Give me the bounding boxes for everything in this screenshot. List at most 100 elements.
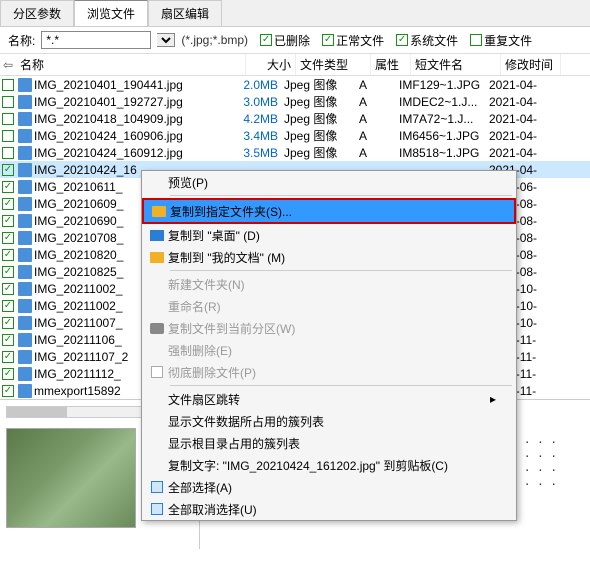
file-icon bbox=[18, 146, 32, 160]
file-icon bbox=[18, 299, 32, 313]
mi-show-clusters[interactable]: 显示文件数据所占用的簇列表 bbox=[142, 410, 516, 432]
file-name: IMG_20210401_190441.jpg bbox=[34, 78, 234, 92]
desktop-icon bbox=[150, 230, 164, 241]
file-name: IMG_20210418_104909.jpg bbox=[34, 112, 234, 126]
chk-dup[interactable]: 重复文件 bbox=[470, 32, 532, 49]
mi-copy-desktop[interactable]: 复制到 "桌面" (D) bbox=[142, 224, 516, 246]
back-icon[interactable]: ⇦ bbox=[0, 58, 16, 72]
disk-icon bbox=[150, 323, 164, 334]
checkbox-icon bbox=[151, 481, 163, 493]
file-icon bbox=[18, 95, 32, 109]
file-date: 2021-04- bbox=[489, 129, 549, 143]
file-type: Jpeg 图像 bbox=[284, 93, 359, 110]
file-size: 4.2MB bbox=[234, 112, 284, 126]
mi-copy-cur: 复制文件到当前分区(W) bbox=[142, 317, 516, 339]
file-type: Jpeg 图像 bbox=[284, 76, 359, 93]
mi-copy-to[interactable]: 复制到指定文件夹(S)... bbox=[142, 198, 516, 224]
row-checkbox[interactable]: ✓ bbox=[2, 198, 14, 210]
row-checkbox[interactable]: ✓ bbox=[2, 164, 14, 176]
row-checkbox[interactable]: ✓ bbox=[2, 317, 14, 329]
row-checkbox[interactable]: ✓ bbox=[2, 351, 14, 363]
col-attr[interactable]: 属性 bbox=[371, 54, 411, 75]
row-checkbox[interactable] bbox=[2, 130, 14, 142]
tab-sector[interactable]: 扇区编辑 bbox=[148, 0, 222, 26]
file-icon bbox=[18, 282, 32, 296]
table-row[interactable]: IMG_20210401_192727.jpg3.0MBJpeg 图像AIMDE… bbox=[0, 93, 590, 110]
mi-copy-text[interactable]: 复制文字: "IMG_20210424_161202.jpg" 到剪贴板(C) bbox=[142, 454, 516, 476]
table-row[interactable]: IMG_20210401_190441.jpg2.0MBJpeg 图像AIMF1… bbox=[0, 76, 590, 93]
file-short: IMF129~1.JPG bbox=[399, 78, 489, 92]
file-icon bbox=[18, 333, 32, 347]
mi-deselect-all[interactable]: 全部取消选择(U) bbox=[142, 498, 516, 520]
file-icon bbox=[18, 265, 32, 279]
col-type[interactable]: 文件类型 bbox=[296, 54, 371, 75]
row-checkbox[interactable]: ✓ bbox=[2, 181, 14, 193]
row-checkbox[interactable] bbox=[2, 113, 14, 125]
row-checkbox[interactable] bbox=[2, 96, 14, 108]
file-icon bbox=[18, 367, 32, 381]
tab-browse[interactable]: 浏览文件 bbox=[74, 0, 148, 26]
row-checkbox[interactable] bbox=[2, 147, 14, 159]
col-short[interactable]: 短文件名 bbox=[411, 54, 501, 75]
file-name: IMG_20210401_192727.jpg bbox=[34, 95, 234, 109]
file-type: Jpeg 图像 bbox=[284, 127, 359, 144]
file-attr: A bbox=[359, 129, 399, 143]
row-checkbox[interactable]: ✓ bbox=[2, 215, 14, 227]
file-short: IM8518~1.JPG bbox=[399, 146, 489, 160]
row-checkbox[interactable]: ✓ bbox=[2, 232, 14, 244]
file-icon bbox=[18, 197, 32, 211]
mi-show-root-clusters[interactable]: 显示根目录占用的簇列表 bbox=[142, 432, 516, 454]
row-checkbox[interactable]: ✓ bbox=[2, 368, 14, 380]
thumbnail-image[interactable] bbox=[6, 428, 136, 528]
file-icon bbox=[18, 384, 32, 398]
file-size: 3.0MB bbox=[234, 95, 284, 109]
file-icon bbox=[18, 231, 32, 245]
chevron-right-icon: ▸ bbox=[490, 392, 496, 406]
file-date: 2021-04- bbox=[489, 78, 549, 92]
row-checkbox[interactable]: ✓ bbox=[2, 266, 14, 278]
file-size: 3.5MB bbox=[234, 146, 284, 160]
pattern-input[interactable] bbox=[41, 31, 151, 49]
folder-icon bbox=[152, 206, 166, 217]
file-icon bbox=[18, 350, 32, 364]
row-checkbox[interactable]: ✓ bbox=[2, 300, 14, 312]
checkbox-icon bbox=[151, 503, 163, 515]
file-attr: A bbox=[359, 112, 399, 126]
row-checkbox[interactable] bbox=[2, 79, 14, 91]
table-row[interactable]: IMG_20210424_160906.jpg3.4MBJpeg 图像AIM64… bbox=[0, 127, 590, 144]
file-date: 2021-04- bbox=[489, 112, 549, 126]
chk-normal[interactable]: ✓正常文件 bbox=[322, 32, 384, 49]
mi-sector-jump[interactable]: 文件扇区跳转▸ bbox=[142, 388, 516, 410]
file-attr: A bbox=[359, 95, 399, 109]
table-row[interactable]: IMG_20210418_104909.jpg4.2MBJpeg 图像AIM7A… bbox=[0, 110, 590, 127]
col-size[interactable]: 大小 bbox=[246, 54, 296, 75]
row-checkbox[interactable]: ✓ bbox=[2, 385, 14, 397]
column-headers: ⇦ 名称 大小 文件类型 属性 短文件名 修改时间 bbox=[0, 54, 590, 76]
file-icon bbox=[18, 112, 32, 126]
chk-system[interactable]: ✓系统文件 bbox=[396, 32, 458, 49]
file-attr: A bbox=[359, 146, 399, 160]
mi-rename: 重命名(R) bbox=[142, 295, 516, 317]
mi-copy-docs[interactable]: 复制到 "我的文档" (M) bbox=[142, 246, 516, 268]
name-label: 名称: bbox=[8, 32, 35, 49]
mi-select-all[interactable]: 全部选择(A) bbox=[142, 476, 516, 498]
col-name[interactable]: 名称 bbox=[16, 54, 246, 75]
col-date[interactable]: 修改时间 bbox=[501, 54, 561, 75]
tab-bar: 分区参数 浏览文件 扇区编辑 bbox=[0, 0, 590, 27]
chk-deleted[interactable]: ✓已删除 bbox=[260, 32, 310, 49]
file-short: IMDEC2~1.J... bbox=[399, 95, 489, 109]
file-short: IM7A72~1.J... bbox=[399, 112, 489, 126]
file-icon bbox=[18, 316, 32, 330]
mi-new-folder: 新建文件夹(N) bbox=[142, 273, 516, 295]
file-date: 2021-04- bbox=[489, 146, 549, 160]
file-icon bbox=[18, 163, 32, 177]
row-checkbox[interactable]: ✓ bbox=[2, 283, 14, 295]
table-row[interactable]: IMG_20210424_160912.jpg3.5MBJpeg 图像AIM85… bbox=[0, 144, 590, 161]
mi-preview[interactable]: 预览(P) bbox=[142, 171, 516, 193]
filter-toolbar: 名称: (*.jpg;*.bmp) ✓已删除 ✓正常文件 ✓系统文件 重复文件 bbox=[0, 27, 590, 54]
tab-partition[interactable]: 分区参数 bbox=[0, 0, 74, 26]
pattern-dropdown[interactable] bbox=[157, 33, 175, 47]
row-checkbox[interactable]: ✓ bbox=[2, 334, 14, 346]
row-checkbox[interactable]: ✓ bbox=[2, 249, 14, 261]
delete-icon bbox=[151, 366, 163, 378]
